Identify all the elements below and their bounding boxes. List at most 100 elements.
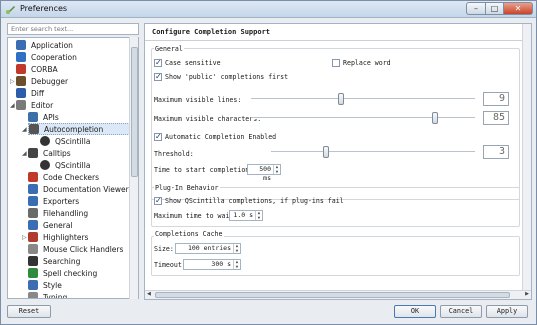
tree-item[interactable]: Cooperation (16, 51, 77, 63)
corba-icon (16, 64, 26, 74)
tree-item[interactable]: Debugger (16, 75, 68, 87)
ok-button[interactable]: OK (394, 305, 436, 318)
spin-arrows-icon[interactable]: ▲ ▼ (233, 259, 240, 269)
cache-group (151, 236, 520, 276)
tree-item-label: General (43, 220, 73, 230)
tree-item[interactable]: QScintilla (40, 135, 90, 147)
cache-size-label: Size: (154, 245, 174, 253)
cancel-button[interactable]: Cancel (440, 305, 482, 318)
time-to-start-spinbox[interactable]: 500 ms ▲ ▼ (247, 164, 281, 182)
tree-item[interactable]: Exporters (28, 195, 79, 207)
tree-item-label: Highlighters (43, 232, 89, 242)
tree-item[interactable]: CORBA (16, 63, 58, 75)
editor-icon (16, 100, 26, 110)
cache-group-label: Completions Cache (154, 230, 224, 238)
application-icon (16, 40, 26, 50)
code-checkers-icon (28, 172, 38, 182)
minimize-button[interactable]: – (466, 2, 485, 15)
title-bar: Preferences – □ ✕ (1, 1, 536, 18)
plugin-group-label: Plug-In Behavior (154, 184, 220, 192)
slider-handle[interactable] (431, 112, 438, 124)
tree-item[interactable]: Diff (16, 87, 44, 99)
preferences-window: Preferences – □ ✕ Application Cooperation… (0, 0, 537, 325)
tree-item[interactable]: Application (16, 39, 73, 51)
apply-button[interactable]: Apply (486, 305, 528, 318)
tree-item-label: Mouse Click Handlers (43, 244, 124, 254)
panel-vertical-scrollbar[interactable] (522, 24, 531, 292)
close-button[interactable]: ✕ (503, 2, 533, 15)
max-wait-spinbox[interactable]: 1.0 s ▲ ▼ (229, 210, 263, 221)
tree-item[interactable]: Documentation Viewer (28, 183, 129, 195)
replace-word-checkbox[interactable] (332, 59, 340, 67)
diff-icon (16, 88, 26, 98)
expand-arrow-icon[interactable]: ◢ (10, 102, 15, 109)
autocompletion-icon (29, 124, 39, 134)
cache-timeout-label: Timeout: (154, 261, 186, 269)
tree-item[interactable]: Calltips (28, 147, 71, 159)
filehandling-icon (28, 208, 38, 218)
tree-item-label: CORBA (31, 64, 58, 74)
maximize-icon: □ (490, 4, 499, 13)
panel-horizontal-scrollbar-thumb[interactable] (155, 292, 510, 298)
tree-scrollbar[interactable] (129, 37, 138, 299)
spin-arrows-icon[interactable]: ▲ ▼ (273, 164, 280, 174)
max-visible-chars-slider[interactable] (251, 112, 475, 124)
show-public-label: Show 'public' completions first (165, 73, 289, 81)
searching-icon (28, 256, 38, 266)
tree-item[interactable]: General (28, 219, 73, 231)
tree-item[interactable]: Code Checkers (28, 171, 99, 183)
reset-button[interactable]: Reset (7, 305, 51, 318)
plugin-group (151, 187, 520, 227)
threshold-slider[interactable] (271, 146, 475, 158)
cache-timeout-spinbox[interactable]: 300 s ▲ ▼ (183, 259, 241, 270)
spin-arrows-icon[interactable]: ▲ ▼ (233, 243, 240, 253)
tree-item-label: Style (43, 280, 62, 290)
auto-completion-checkbox[interactable] (154, 132, 162, 141)
cooperation-icon (16, 52, 26, 62)
documentation-viewer-icon (28, 184, 38, 194)
max-visible-lines-slider[interactable] (251, 93, 475, 105)
tree-item[interactable]: Mouse Click Handlers (28, 243, 123, 255)
tree-item[interactable]: QScintilla (40, 159, 90, 171)
tree-item-label: Spell checking (43, 268, 98, 278)
tree-item[interactable]: Typing (28, 291, 68, 299)
tree-item[interactable]: Highlighters (28, 231, 88, 243)
show-qscintilla-checkbox[interactable] (154, 196, 162, 205)
minimize-icon: – (474, 4, 478, 13)
tree-item-label: Typing (43, 292, 68, 299)
panel-horizontal-scrollbar[interactable]: ◀ ▶ (145, 290, 531, 299)
max-wait-value: 1.0 s (233, 211, 253, 219)
tree-item-label: Debugger (31, 76, 69, 86)
search-input[interactable] (7, 23, 139, 35)
tree-item[interactable]: Style (28, 279, 62, 291)
scroll-left-icon[interactable]: ◀ (147, 291, 151, 297)
panel-header: Configure Completion Support (145, 24, 531, 41)
tree-item[interactable]: Spell checking (28, 267, 97, 279)
tree-item-label: Cooperation (31, 52, 77, 62)
max-visible-lines-display: 9 (483, 92, 509, 106)
tree-item-label: QScintilla (55, 136, 91, 146)
style-icon (28, 280, 38, 290)
replace-word-label: Replace word (343, 59, 391, 67)
tree-item-label: Code Checkers (43, 172, 99, 182)
tree-item[interactable]: APIs (28, 111, 59, 123)
expand-arrow-icon[interactable]: ▷ (10, 78, 15, 85)
show-public-checkbox[interactable] (154, 72, 162, 81)
app-icon (6, 6, 15, 14)
case-sensitive-checkbox[interactable] (154, 58, 162, 67)
scroll-right-icon[interactable]: ▶ (525, 291, 529, 297)
tree-item[interactable]: Filehandling (28, 207, 88, 219)
slider-handle[interactable] (323, 146, 330, 158)
cache-size-spinbox[interactable]: 100 entries ▲ ▼ (175, 243, 241, 254)
tree-scrollbar-thumb[interactable] (131, 47, 138, 177)
expand-arrow-icon[interactable]: ▷ (22, 234, 27, 241)
maximize-button[interactable]: □ (485, 2, 503, 15)
spin-arrows-icon[interactable]: ▲ ▼ (255, 210, 262, 220)
slider-handle[interactable] (337, 93, 344, 105)
highlighters-icon (28, 232, 38, 242)
expand-arrow-icon[interactable]: ◢ (22, 150, 27, 157)
tree-item[interactable]: Searching (28, 255, 80, 267)
expand-arrow-icon[interactable]: ◢ (22, 126, 27, 133)
tree-item[interactable]: Editor (16, 99, 53, 111)
tree-item[interactable]: Autocompletion (28, 123, 132, 135)
